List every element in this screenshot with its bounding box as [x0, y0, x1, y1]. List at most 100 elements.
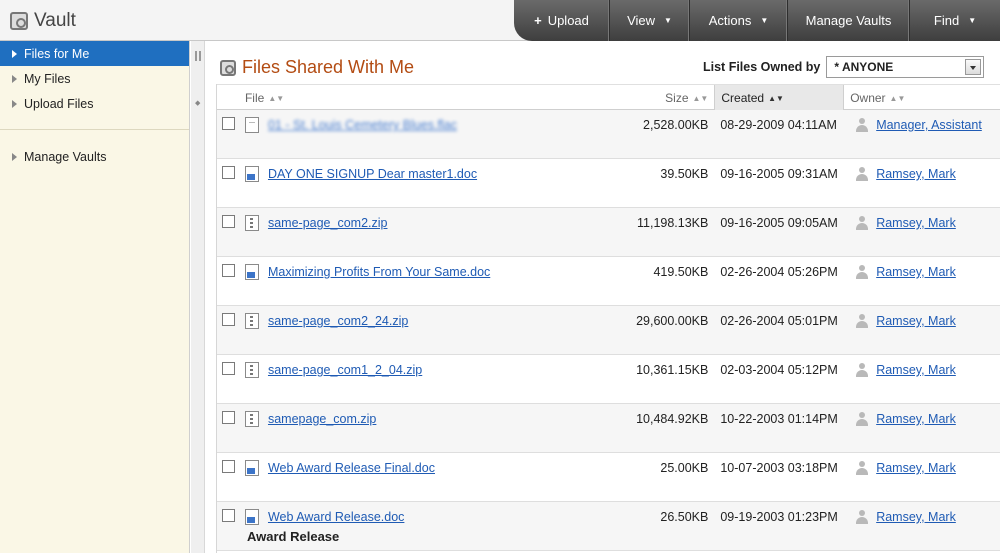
sort-icon: ▲▼: [268, 93, 285, 103]
row-check-cell: [217, 208, 245, 256]
file-description: Award Release: [247, 529, 340, 544]
sidebar-item-label: My Files: [24, 71, 71, 86]
created-cell: 08-29-2009 04:11AM: [720, 118, 837, 132]
sidebar-item-my-files[interactable]: My Files: [0, 66, 189, 91]
row-checkbox[interactable]: [222, 166, 235, 179]
table-row[interactable]: same-page_com2.zip 11,198.13KB 09-16-2005 …: [217, 208, 1000, 257]
created-cell: 09-19-2003 01:23PM: [720, 510, 838, 524]
size-cell: 25.00KB: [660, 461, 709, 475]
app-header: Vault + Upload View ▼ Actions ▼ Manage V…: [0, 0, 1000, 41]
size-cell: 10,361.15KB: [636, 363, 709, 377]
row-check-cell: [217, 306, 245, 354]
nav-view[interactable]: View ▼: [610, 0, 690, 41]
column-header-size[interactable]: Size ▲▼: [634, 85, 714, 111]
table-row[interactable]: DAY ONE SIGNUP Dear master1.doc 39.50KB 09…: [217, 159, 1000, 208]
user-icon: [856, 461, 869, 475]
file-link[interactable]: DAY ONE SIGNUP Dear master1.doc: [268, 167, 477, 181]
file-link[interactable]: samepage_com.zip: [268, 412, 376, 426]
file-link[interactable]: same-page_com1_2_04.zip: [268, 363, 422, 377]
user-icon: [856, 167, 869, 181]
owner-link[interactable]: Ramsey, Mark: [876, 265, 956, 279]
sidebar-item-files-for-me[interactable]: Files for Me: [0, 41, 189, 66]
owner-link[interactable]: Ramsey, Mark: [876, 167, 956, 181]
sidebar-item-manage-vaults[interactable]: Manage Vaults: [0, 144, 189, 169]
file-cell: 01 - St. Louis Cemetery Blues.flac: [244, 110, 634, 158]
row-checkbox[interactable]: [222, 509, 235, 522]
chevron-down-icon: ▼: [664, 16, 672, 25]
table-row[interactable]: same-page_com1_2_04.zip 10,361.15KB 02-03-…: [217, 355, 1000, 404]
column-header-file[interactable]: File ▲▼: [245, 85, 634, 111]
table-body: 01 - St. Louis Cemetery Blues.flac 2,528.…: [217, 110, 1000, 551]
owner-link[interactable]: Ramsey, Mark: [876, 510, 956, 524]
file-link[interactable]: 01 - St. Louis Cemetery Blues.flac: [268, 118, 457, 132]
owner-select[interactable]: * ANYONE: [826, 56, 985, 78]
owner-link[interactable]: Ramsey, Mark: [876, 314, 956, 328]
table-row[interactable]: samepage_com.zip 10,484.92KB 10-22-2003 01…: [217, 404, 1000, 453]
chevron-down-icon[interactable]: [965, 59, 982, 75]
table-header: File ▲▼ Size ▲▼ Created ▲▼ Owner ▲▼: [217, 84, 1000, 111]
nav-upload-label: Upload: [547, 13, 589, 28]
row-checkbox[interactable]: [222, 117, 235, 130]
row-checkbox[interactable]: [222, 411, 235, 424]
page-header: Files Shared With Me: [220, 57, 414, 78]
owner-cell: Ramsey, Mark: [844, 453, 1000, 501]
zip-file-icon: [244, 411, 259, 427]
zip-file-icon: [244, 362, 259, 378]
size-cell: 29,600.00KB: [636, 314, 709, 328]
file-cell: Web Award Release Final.doc: [244, 453, 634, 501]
user-icon: [856, 314, 869, 328]
nav-actions[interactable]: Actions ▼: [690, 0, 788, 41]
table-row[interactable]: Maximizing Profits From Your Same.doc 419…: [217, 257, 1000, 306]
files-table: File ▲▼ Size ▲▼ Created ▲▼ Owner ▲▼ 01 -…: [216, 84, 1000, 553]
nav-upload[interactable]: + Upload: [514, 0, 610, 41]
file-link[interactable]: same-page_com2.zip: [268, 216, 388, 230]
row-checkbox[interactable]: [222, 313, 235, 326]
table-row[interactable]: Web Award Release Final.doc 25.00KB 10-07-…: [217, 453, 1000, 502]
owner-link[interactable]: Manager, Assistant: [876, 118, 982, 132]
file-link[interactable]: Web Award Release.doc: [268, 510, 404, 524]
nav-manage-vaults-label: Manage Vaults: [805, 13, 892, 28]
nav-find-label: Find: [933, 13, 960, 28]
row-checkbox[interactable]: [222, 215, 235, 228]
column-header-label: File: [244, 91, 265, 105]
column-header-owner[interactable]: Owner ▲▼: [844, 85, 1000, 111]
size-cell: 10,484.92KB: [636, 412, 709, 426]
chevron-down-icon: ▼: [968, 16, 977, 25]
sidebar-item-upload-files[interactable]: Upload Files: [0, 91, 189, 116]
arrow-right-icon: [12, 74, 17, 83]
word-document-icon: [244, 264, 259, 280]
file-cell: DAY ONE SIGNUP Dear master1.doc: [244, 159, 634, 207]
created-cell: 09-16-2005 09:05AM: [720, 216, 838, 230]
owner-link[interactable]: Ramsey, Mark: [876, 412, 956, 426]
created-cell: 02-03-2004 05:12PM: [720, 363, 838, 377]
created-cell: 10-07-2003 03:18PM: [720, 461, 838, 475]
column-header-label: Size: [665, 91, 689, 105]
column-header-created[interactable]: Created ▲▼: [714, 85, 845, 111]
brand: Vault: [10, 9, 76, 33]
nav-manage-vaults[interactable]: Manage Vaults: [788, 0, 910, 41]
arrow-right-icon: [12, 49, 17, 58]
user-icon: [856, 118, 869, 132]
sidebar-splitter[interactable]: ◆: [191, 41, 205, 553]
owner-link[interactable]: Ramsey, Mark: [876, 461, 956, 475]
owner-link[interactable]: Ramsey, Mark: [876, 363, 956, 377]
row-check-cell: [217, 355, 245, 403]
word-document-icon: [244, 509, 259, 525]
owner-cell: Manager, Assistant: [844, 110, 1000, 158]
row-checkbox[interactable]: [222, 264, 235, 277]
row-check-cell: [217, 257, 245, 305]
file-link[interactable]: Web Award Release Final.doc: [268, 461, 435, 475]
row-checkbox[interactable]: [222, 362, 235, 375]
row-check-cell: [217, 453, 245, 501]
owner-link[interactable]: Ramsey, Mark: [876, 216, 956, 230]
file-link[interactable]: Maximizing Profits From Your Same.doc: [268, 265, 490, 279]
user-icon: [856, 412, 869, 426]
table-row[interactable]: Web Award Release.doc 26.50KB 09-19-2003 0…: [217, 502, 1000, 551]
row-checkbox[interactable]: [222, 460, 235, 473]
file-link[interactable]: same-page_com2_24.zip: [268, 314, 408, 328]
table-row[interactable]: same-page_com2_24.zip 29,600.00KB 02-26-20…: [217, 306, 1000, 355]
table-row[interactable]: 01 - St. Louis Cemetery Blues.flac 2,528.…: [217, 110, 1000, 159]
nav-find[interactable]: Find ▼: [910, 0, 1000, 41]
word-document-icon: [244, 460, 259, 476]
created-cell: 02-26-2004 05:01PM: [720, 314, 838, 328]
